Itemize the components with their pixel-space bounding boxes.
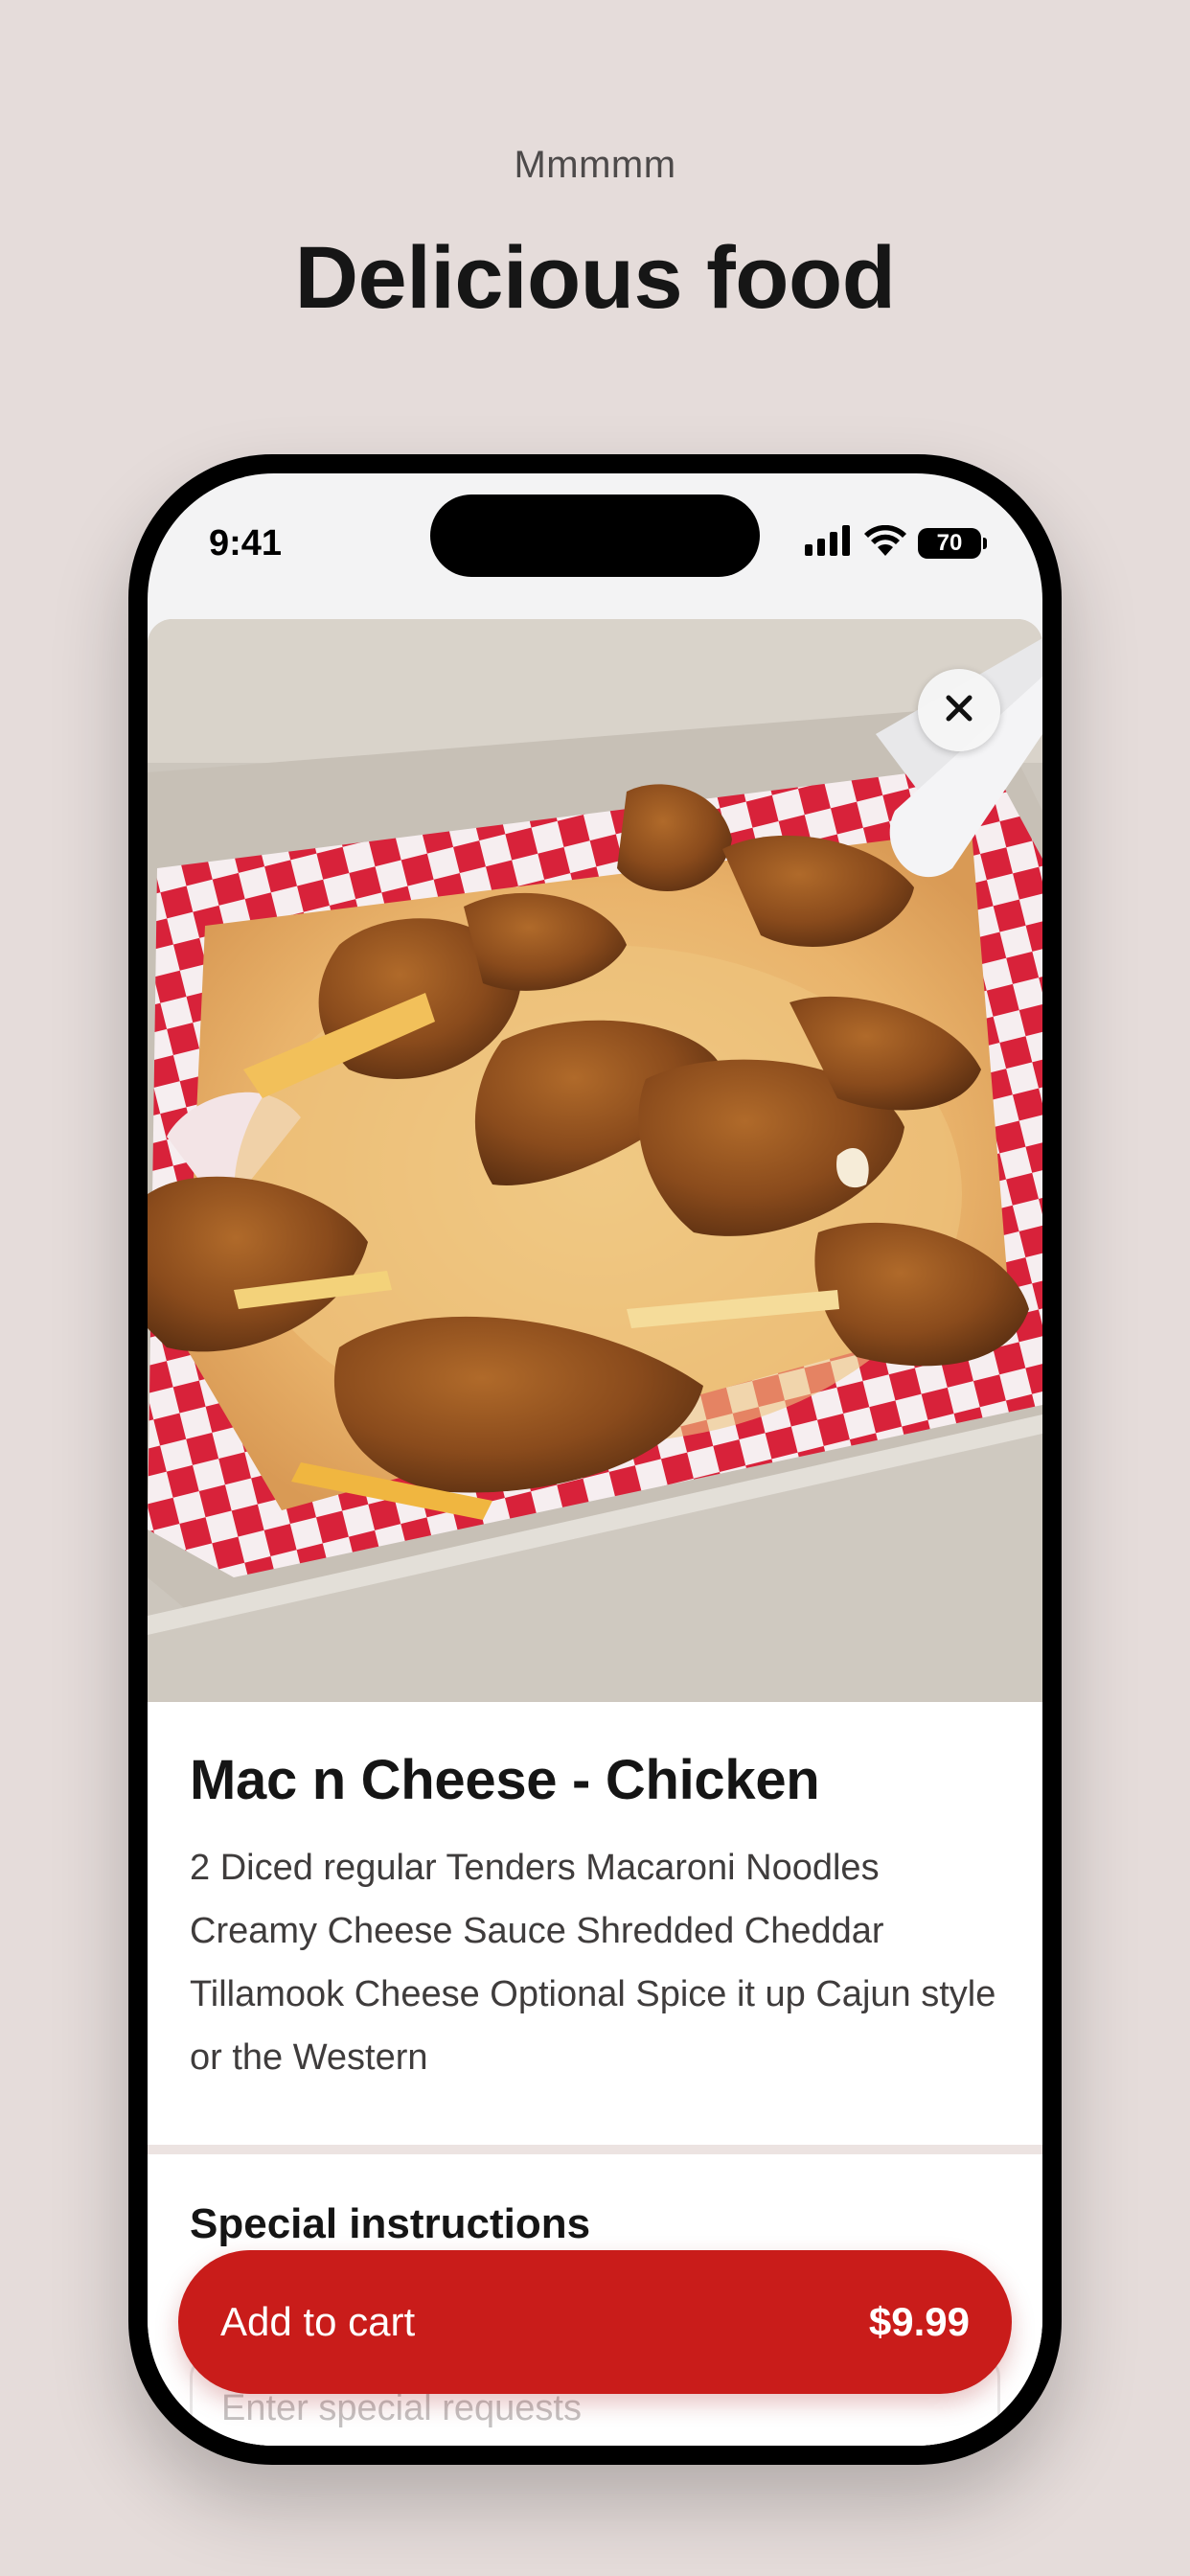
item-sheet: Mac n Cheese - Chicken 2 Diced regular T… xyxy=(148,619,1042,2446)
phone-frame: 9:41 70 Mac n Cheese - Chicken 2 Diced r… xyxy=(128,454,1062,2465)
item-description: 2 Diced regular Tenders Macaroni Noodles… xyxy=(190,1848,996,2078)
cart-price: $9.99 xyxy=(868,2299,970,2344)
wifi-icon xyxy=(864,524,906,561)
section-divider xyxy=(148,2145,1042,2154)
dynamic-island xyxy=(430,494,760,577)
close-icon xyxy=(945,694,973,727)
status-bar: 9:41 70 xyxy=(148,473,1042,598)
special-instructions-title: Special instructions xyxy=(190,2200,591,2247)
phone-screen: 9:41 70 Mac n Cheese - Chicken 2 Diced r… xyxy=(148,473,1042,2446)
signal-icon xyxy=(805,525,853,561)
close-button[interactable] xyxy=(918,669,1000,751)
item-title: Mac n Cheese - Chicken xyxy=(190,1749,820,1811)
add-to-cart-label: Add to cart xyxy=(220,2299,416,2344)
eyebrow-text: Mmmmm xyxy=(514,144,676,186)
status-time: 9:41 xyxy=(209,523,283,564)
food-photo xyxy=(148,619,1042,1702)
add-to-cart-button[interactable]: Add to cart $9.99 xyxy=(178,2250,1012,2394)
battery-icon: 70 xyxy=(918,527,987,559)
status-icons: 70 xyxy=(805,524,987,561)
headline: Delicious food xyxy=(294,229,896,327)
